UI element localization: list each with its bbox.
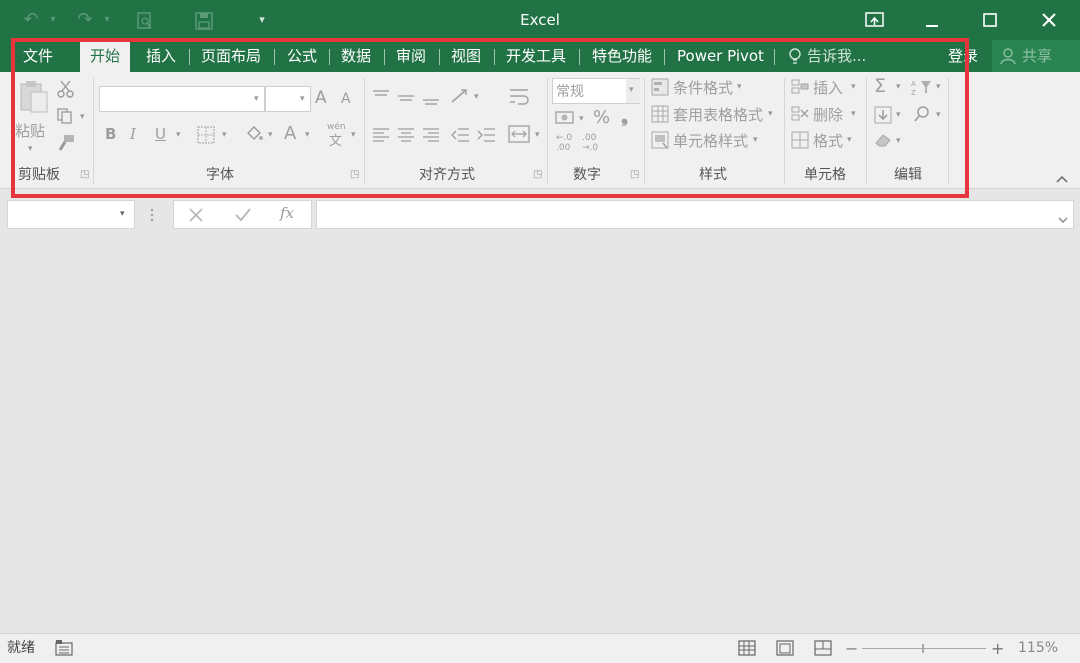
name-box-dropdown-icon[interactable]: ▾ [120,209,125,219]
page-break-view-icon[interactable] [814,640,832,656]
redo-dropdown-icon[interactable]: ▾ [100,0,114,40]
collapse-ribbon-icon[interactable] [1055,169,1069,183]
page-layout-view-icon[interactable] [776,640,794,656]
undo-dropdown-icon[interactable]: ▾ [46,0,60,40]
undo-icon[interactable]: ↶ [18,0,44,40]
title-bar: ↶ ▾ ↷ ▾ ▾ Excel [0,0,1080,40]
share-button[interactable]: 共享 [992,40,1080,72]
cancel-entry-icon[interactable] [188,207,204,223]
zoom-out-button[interactable]: − [845,634,858,663]
share-label: 共享 [1022,47,1053,65]
normal-view-icon[interactable] [738,640,756,656]
name-box[interactable]: ▾ [7,200,135,229]
zoom-in-button[interactable]: + [991,634,1004,663]
zoom-level[interactable]: 115% [1018,634,1058,663]
save-icon[interactable] [195,12,213,30]
formula-buttons: fx [173,200,312,229]
person-icon [1000,47,1018,65]
customize-qat-icon[interactable]: ▾ [254,0,270,40]
expand-formula-bar-icon[interactable] [1057,210,1069,223]
macro-recording-icon[interactable] [55,640,73,656]
close-button[interactable] [1029,0,1069,42]
maximize-button[interactable] [970,0,1010,42]
ribbon-display-options-icon[interactable] [865,12,885,28]
insert-function-button[interactable]: fx [280,204,294,222]
window-title: Excel [520,11,560,29]
zoom-slider[interactable] [862,648,986,649]
zoom-slider-thumb[interactable] [922,644,924,653]
workbook-area[interactable] [0,233,1080,633]
formula-bar-grip-icon[interactable] [150,207,154,222]
formula-input[interactable] [316,200,1074,229]
ready-status: 就绪 [7,640,35,656]
status-bar: 就绪 − + 115% [0,633,1080,663]
print-preview-icon[interactable] [137,12,153,30]
redo-icon[interactable]: ↷ [72,0,98,40]
highlight-box [11,38,969,198]
minimize-button[interactable] [912,0,952,43]
confirm-entry-icon[interactable] [234,207,252,223]
